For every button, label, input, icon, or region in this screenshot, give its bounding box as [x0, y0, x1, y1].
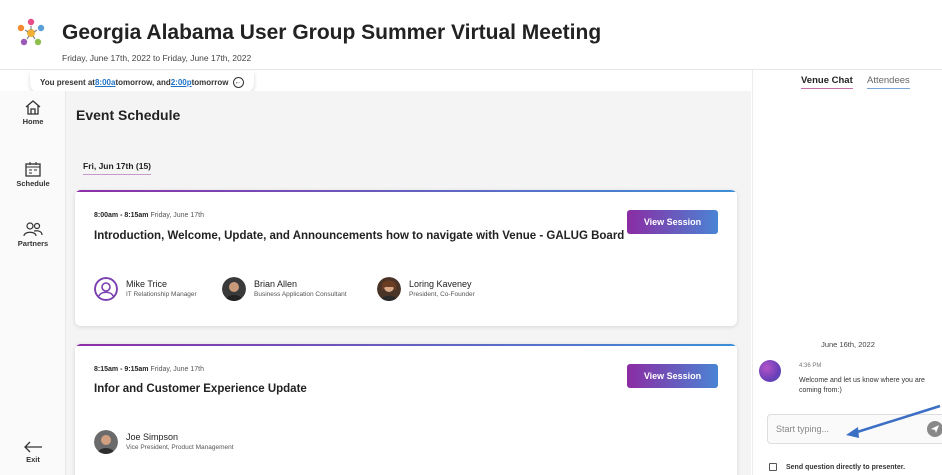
chat-date-separator: June 16th, 2022: [821, 340, 875, 349]
speaker[interactable]: Joe Simpson Vice President, Product Mana…: [94, 430, 234, 454]
presenting-time-link-1[interactable]: 8:00a: [95, 78, 115, 87]
main-content: Event Schedule Fri, Jun 17th (15) 8:00am…: [66, 91, 751, 475]
speaker[interactable]: Loring Kaveney President, Co-Founder: [377, 277, 475, 301]
send-to-presenter-label: Send question directly to presenter.: [786, 463, 906, 471]
session-date: Friday, June 17th: [150, 366, 205, 373]
session-time-range: 8:15am - 9:15am: [94, 366, 149, 373]
speaker-name: Brian Allen: [254, 279, 298, 289]
speaker[interactable]: Brian Allen Business Application Consult…: [222, 277, 347, 301]
presenting-suffix: tomorrow: [191, 77, 229, 87]
view-session-button[interactable]: View Session: [627, 210, 718, 234]
presenting-prefix: You present at: [40, 77, 95, 87]
avatar: [759, 360, 781, 382]
sidebar: Home Schedule Partners Exit: [0, 91, 66, 475]
exit-arrow-icon: [24, 441, 42, 453]
sidebar-item-label: Schedule: [16, 179, 50, 188]
send-to-presenter-option[interactable]: Send question directly to presenter.: [769, 463, 905, 471]
event-header: Georgia Alabama User Group Summer Virtua…: [0, 0, 942, 70]
message-time: 4:36 PM: [799, 363, 822, 369]
speaker-role: Business Application Consultant: [254, 291, 347, 298]
people-icon: [23, 222, 43, 237]
default-avatar-icon: [94, 277, 118, 301]
sidebar-item-label: Partners: [17, 239, 49, 248]
sidebar-item-schedule[interactable]: Schedule: [0, 161, 66, 188]
sidebar-item-home[interactable]: Home: [0, 99, 66, 126]
speaker-role: IT Relationship Manager: [126, 291, 197, 298]
group-logo-icon: [17, 18, 45, 46]
message-text: Welcome and let us know where you are co…: [799, 377, 925, 394]
session-date: Friday, June 17th: [150, 212, 205, 219]
presenting-mid: tomorrow, and: [115, 77, 171, 87]
sidebar-item-partners[interactable]: Partners: [0, 221, 66, 248]
send-to-presenter-checkbox[interactable]: [769, 463, 777, 471]
speaker-name: Mike Trice: [126, 279, 168, 289]
event-title: Georgia Alabama User Group Summer Virtua…: [62, 21, 602, 44]
back-arrow-icon[interactable]: ←: [232, 76, 244, 88]
day-filter-tab[interactable]: Fri, Jun 17th (15): [83, 161, 152, 175]
page-title: Event Schedule: [76, 107, 181, 123]
tab-venue-chat[interactable]: Venue Chat: [801, 75, 853, 89]
speaker-role: Vice President, Product Management: [126, 444, 234, 451]
session-time: 8:00am - 8:15am Friday, June 17th: [94, 212, 204, 219]
speaker-photo-icon: [222, 277, 246, 301]
speaker-name: Joe Simpson: [126, 432, 179, 442]
session-card: 8:15am - 9:15am Friday, June 17th Infor …: [75, 344, 737, 475]
avatar: [94, 430, 118, 454]
session-card: 8:00am - 8:15am Friday, June 17th Introd…: [75, 190, 737, 326]
presenting-notice: You present at 8:00a tomorrow, and 2:00p…: [30, 71, 254, 93]
avatar: [222, 277, 246, 301]
calendar-icon: [25, 162, 41, 177]
speaker-name: Loring Kaveney: [409, 279, 472, 289]
presenting-time-link-2[interactable]: 2:00p: [171, 78, 192, 87]
tab-attendees[interactable]: Attendees: [867, 75, 910, 89]
home-icon: [25, 100, 41, 115]
session-time-range: 8:00am - 8:15am: [94, 212, 149, 219]
session-title: Introduction, Welcome, Update, and Annou…: [94, 230, 625, 242]
session-title: Infor and Customer Experience Update: [94, 383, 307, 395]
speaker[interactable]: Mike Trice IT Relationship Manager: [94, 277, 197, 301]
exit-label: Exit: [26, 455, 40, 464]
session-time: 8:15am - 9:15am Friday, June 17th: [94, 366, 204, 373]
event-dates: Friday, June 17th, 2022 to Friday, June …: [62, 53, 252, 63]
avatar: [377, 277, 401, 301]
avatar: [94, 277, 118, 301]
speaker-role: President, Co-Founder: [409, 291, 475, 298]
speaker-photo-icon: [94, 430, 118, 454]
sidebar-item-label: Home: [22, 117, 44, 126]
view-session-button[interactable]: View Session: [627, 364, 718, 388]
speaker-photo-icon: [377, 277, 401, 301]
annotation-arrow-icon: [846, 404, 941, 438]
exit-button[interactable]: Exit: [0, 441, 66, 464]
